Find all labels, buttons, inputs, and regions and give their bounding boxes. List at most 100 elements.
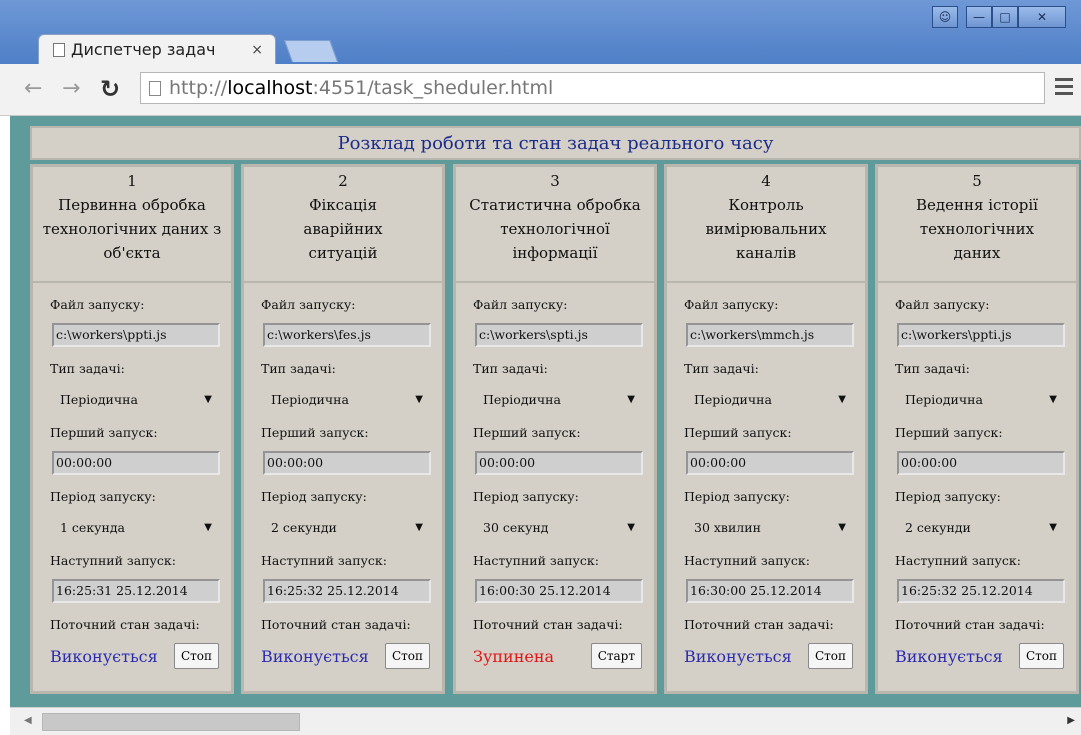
type-value: Періодична xyxy=(694,391,772,407)
type-select[interactable]: Періодична ▼ xyxy=(52,387,220,411)
browser-toolbar: ← → ↻ http://localhost:4551/task_shedule… xyxy=(0,64,1081,116)
task-name-line: Ведення історії xyxy=(916,196,1038,214)
period-value: 2 секунди xyxy=(271,519,337,535)
chevron-down-icon: ▼ xyxy=(415,393,423,405)
type-select[interactable]: Періодична ▼ xyxy=(686,387,854,411)
next-run-input[interactable]: 16:25:32 25.12.2014 xyxy=(897,579,1065,603)
first-run-label: Перший запуск: xyxy=(895,425,1003,440)
status-row: Зупинена Старт xyxy=(473,643,654,669)
task-panel: 1 Первинна обробка технологічних даних з… xyxy=(30,164,234,694)
next-run-label: Наступний запуск: xyxy=(684,553,810,568)
close-window-icon[interactable]: ✕ xyxy=(1018,6,1066,28)
scrollbar-thumb[interactable] xyxy=(42,713,300,731)
back-icon[interactable]: ← xyxy=(24,76,42,101)
task-name-line: Контроль xyxy=(728,196,804,214)
state-label: Поточний стан задачі: xyxy=(895,617,1045,632)
next-run-input[interactable]: 16:25:32 25.12.2014 xyxy=(263,579,431,603)
period-select[interactable]: 2 секунди ▼ xyxy=(263,515,431,539)
file-label: Файл запуску: xyxy=(895,297,990,312)
task-status: Виконується xyxy=(50,646,158,666)
task-status: Виконується xyxy=(684,646,792,666)
new-tab-button[interactable] xyxy=(283,40,339,62)
period-value: 30 хвилин xyxy=(694,519,761,535)
period-label: Період запуску: xyxy=(261,489,367,504)
type-select[interactable]: Періодична ▼ xyxy=(897,387,1065,411)
period-label: Період запуску: xyxy=(684,489,790,504)
chevron-down-icon: ▼ xyxy=(838,393,846,405)
chevron-down-icon: ▼ xyxy=(415,521,423,533)
scroll-left-icon[interactable]: ◀ xyxy=(24,715,32,726)
stop-button[interactable]: Стоп xyxy=(807,643,853,669)
task-name-line: Фіксація xyxy=(309,196,377,214)
task-name-line: Первинна обробка xyxy=(58,196,206,214)
file-input[interactable]: c:\workers\spti.js xyxy=(475,323,643,347)
file-label: Файл запуску: xyxy=(473,297,568,312)
first-run-input[interactable]: 00:00:00 xyxy=(263,451,431,475)
type-label: Тип задачі: xyxy=(261,361,336,376)
stop-button[interactable]: Стоп xyxy=(384,643,430,669)
period-select[interactable]: 30 секунд ▼ xyxy=(475,515,643,539)
tab-close-icon[interactable]: × xyxy=(251,42,263,58)
status-row: Виконується Стоп xyxy=(895,643,1076,669)
type-value: Періодична xyxy=(483,391,561,407)
chevron-down-icon: ▼ xyxy=(627,393,635,405)
type-select[interactable]: Періодична ▼ xyxy=(475,387,643,411)
file-input[interactable]: c:\workers\ppti.js xyxy=(897,323,1065,347)
browser-tab[interactable]: Диспетчер задач × xyxy=(38,34,276,64)
period-select[interactable]: 2 секунди ▼ xyxy=(897,515,1065,539)
first-run-input[interactable]: 00:00:00 xyxy=(897,451,1065,475)
url-text: http://localhost:4551/task_sheduler.html xyxy=(169,77,554,99)
status-row: Виконується Стоп xyxy=(50,643,231,669)
file-label: Файл запуску: xyxy=(50,297,145,312)
menu-icon[interactable] xyxy=(1055,78,1073,99)
type-value: Періодична xyxy=(271,391,349,407)
task-name-line: технологічної xyxy=(500,220,610,238)
first-run-input[interactable]: 00:00:00 xyxy=(686,451,854,475)
chevron-down-icon: ▼ xyxy=(627,521,635,533)
task-header: 4 Контроль вимірювальних каналів xyxy=(667,167,865,283)
window-controls: ☺ — □ ✕ xyxy=(932,6,1066,28)
file-input[interactable]: c:\workers\fes.js xyxy=(263,323,431,347)
stop-button[interactable]: Стоп xyxy=(173,643,219,669)
task-number: 5 xyxy=(972,172,982,190)
next-run-input[interactable]: 16:30:00 25.12.2014 xyxy=(686,579,854,603)
task-number: 2 xyxy=(338,172,348,190)
forward-icon[interactable]: → xyxy=(62,76,80,101)
task-panel: 2 Фіксація аварійних ситуацій Файл запус… xyxy=(241,164,445,694)
task-status: Виконується xyxy=(261,646,369,666)
page-icon xyxy=(53,42,65,57)
next-run-input[interactable]: 16:00:30 25.12.2014 xyxy=(475,579,643,603)
period-select[interactable]: 30 хвилин ▼ xyxy=(686,515,854,539)
task-header: 2 Фіксація аварійних ситуацій xyxy=(244,167,442,283)
task-body: Файл запуску: c:\workers\ppti.js Тип зад… xyxy=(878,283,1076,669)
type-select[interactable]: Періодична ▼ xyxy=(263,387,431,411)
start-button[interactable]: Старт xyxy=(590,643,642,669)
period-label: Період запуску: xyxy=(895,489,1001,504)
scroll-right-icon[interactable]: ▶ xyxy=(1067,715,1075,726)
task-panel: 3 Статистична обробка технологічної інфо… xyxy=(453,164,657,694)
task-body: Файл запуску: c:\workers\mmch.js Тип зад… xyxy=(667,283,865,669)
first-run-input[interactable]: 00:00:00 xyxy=(52,451,220,475)
period-label: Період запуску: xyxy=(50,489,156,504)
file-input[interactable]: c:\workers\mmch.js xyxy=(686,323,854,347)
task-name-line: каналів xyxy=(735,244,797,262)
next-run-label: Наступний запуск: xyxy=(473,553,599,568)
reload-icon[interactable]: ↻ xyxy=(100,75,120,103)
browser-titlebar: ☺ — □ ✕ Диспетчер задач × xyxy=(0,0,1081,64)
minimize-icon[interactable]: — xyxy=(966,6,992,28)
task-panel: 4 Контроль вимірювальних каналів Файл за… xyxy=(664,164,868,694)
first-run-input[interactable]: 00:00:00 xyxy=(475,451,643,475)
user-icon[interactable]: ☺ xyxy=(932,6,958,28)
maximize-icon[interactable]: □ xyxy=(992,6,1018,28)
type-label: Тип задачі: xyxy=(473,361,548,376)
file-label: Файл запуску: xyxy=(684,297,779,312)
task-name-line: ситуацій xyxy=(308,244,378,262)
period-value: 30 секунд xyxy=(483,519,549,535)
next-run-input[interactable]: 16:25:31 25.12.2014 xyxy=(52,579,220,603)
stop-button[interactable]: Стоп xyxy=(1018,643,1064,669)
file-input[interactable]: c:\workers\ppti.js xyxy=(52,323,220,347)
period-select[interactable]: 1 секунда ▼ xyxy=(52,515,220,539)
address-bar[interactable]: http://localhost:4551/task_sheduler.html xyxy=(140,72,1045,104)
state-label: Поточний стан задачі: xyxy=(684,617,834,632)
horizontal-scrollbar[interactable]: ◀ ▶ xyxy=(10,707,1081,735)
